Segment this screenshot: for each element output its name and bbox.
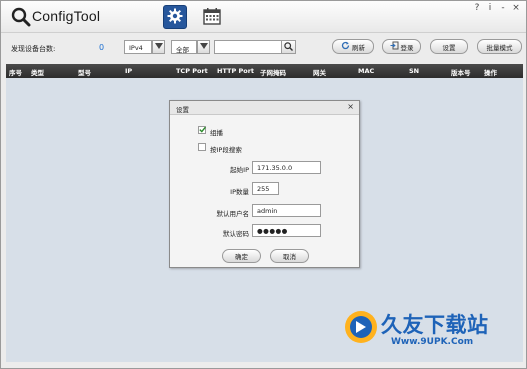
search-logo-icon	[11, 7, 31, 27]
title-bar: ConfigTool ? i - ×	[1, 1, 526, 33]
close-button[interactable]: ×	[512, 3, 520, 13]
watermark-url: Www.9UPK.Com	[391, 337, 474, 347]
login-button[interactable]: 登录	[382, 39, 421, 54]
minimize-button[interactable]: -	[499, 3, 507, 13]
refresh-icon	[341, 41, 350, 52]
search-button[interactable]	[281, 40, 296, 54]
window-controls: ? i - ×	[473, 3, 520, 13]
dialog-close-button[interactable]: ×	[347, 102, 354, 111]
ip-count-label: IP数量	[230, 188, 249, 196]
batch-mode-button[interactable]: 批量模式	[477, 39, 522, 54]
watermark-logo-icon	[343, 307, 379, 349]
calendar-icon	[203, 7, 221, 27]
column-header[interactable]: 序号	[9, 67, 22, 77]
chevron-down-icon	[199, 43, 208, 51]
column-header[interactable]: MAC	[358, 67, 374, 75]
found-devices-count: 0	[99, 43, 105, 52]
column-header[interactable]: HTTP Port	[217, 67, 254, 75]
column-header[interactable]: 版本号	[451, 67, 471, 77]
site-watermark: 久友下载站 Www.9UPK.Com	[343, 303, 523, 361]
dialog-title: 设置	[176, 106, 189, 114]
search-icon	[284, 41, 293, 53]
search-input[interactable]	[214, 40, 282, 54]
info-button[interactable]: i	[486, 3, 494, 13]
column-header[interactable]: TCP Port	[176, 67, 208, 75]
ip-version-select[interactable]: IPv4	[124, 40, 152, 54]
gear-icon	[167, 8, 183, 26]
settings-button[interactable]: 设置	[430, 39, 468, 54]
login-label: 登录	[400, 43, 414, 52]
ip-search-checkbox[interactable]	[198, 143, 206, 151]
start-ip-field[interactable]: 171.35.0.0	[252, 161, 321, 174]
login-icon	[390, 41, 399, 52]
column-header[interactable]: 子网掩码	[260, 67, 286, 77]
cancel-button[interactable]: 取消	[270, 249, 309, 263]
batch-mode-label: 批量模式	[486, 43, 513, 52]
ip-count-field[interactable]: 255	[252, 182, 279, 195]
filter-select[interactable]: 全部	[171, 40, 197, 54]
app-title: ConfigTool	[32, 8, 101, 24]
ip-search-label: 按IP段搜索	[210, 146, 242, 154]
column-header[interactable]: 操作	[484, 67, 497, 77]
column-header[interactable]: 网关	[313, 67, 326, 77]
ok-button[interactable]: 确定	[222, 249, 261, 263]
multicast-label: 组播	[210, 129, 223, 137]
device-table-header: 序号 类型 型号 IP TCP Port HTTP Port 子网掩码 网关 M…	[6, 64, 523, 78]
ip-version-dropdown-button[interactable]	[152, 40, 165, 54]
column-header[interactable]: 型号	[78, 67, 91, 77]
multicast-checkbox[interactable]	[198, 126, 206, 134]
watermark-text: 久友下载站	[381, 313, 489, 337]
chevron-down-icon	[154, 43, 163, 51]
help-button[interactable]: ?	[473, 3, 481, 13]
tab-calendar[interactable]	[201, 6, 223, 28]
column-header[interactable]: SN	[409, 67, 419, 75]
start-ip-label: 起始IP	[230, 166, 249, 174]
default-username-label: 默认用户名	[216, 210, 250, 218]
checkmark-icon	[198, 126, 206, 135]
dialog-title-bar: 设置 ×	[170, 101, 359, 115]
column-header[interactable]: IP	[125, 67, 132, 75]
filter-dropdown-button[interactable]	[197, 40, 210, 54]
refresh-button[interactable]: 刷新	[332, 39, 374, 54]
config-tool-window: ConfigTool ? i - × 发现设备台数: 0 IPv4 全部 刷新 …	[0, 0, 527, 369]
default-username-field[interactable]: admin	[252, 204, 321, 217]
column-header[interactable]: 类型	[31, 67, 44, 77]
found-devices-label: 发现设备台数:	[11, 45, 56, 53]
default-password-label: 默认密码	[223, 230, 249, 238]
refresh-label: 刷新	[352, 43, 365, 52]
settings-label: 设置	[442, 43, 456, 52]
default-password-field[interactable]: ●●●●●	[252, 224, 321, 237]
toolbar: 发现设备台数: 0 IPv4 全部 刷新 登录 设置 批量模式	[1, 34, 526, 62]
settings-dialog: 设置 × 组播 按IP段搜索 起始IP 171.35.0.0 IP数量 255 …	[169, 100, 360, 268]
tab-settings[interactable]	[163, 5, 187, 29]
